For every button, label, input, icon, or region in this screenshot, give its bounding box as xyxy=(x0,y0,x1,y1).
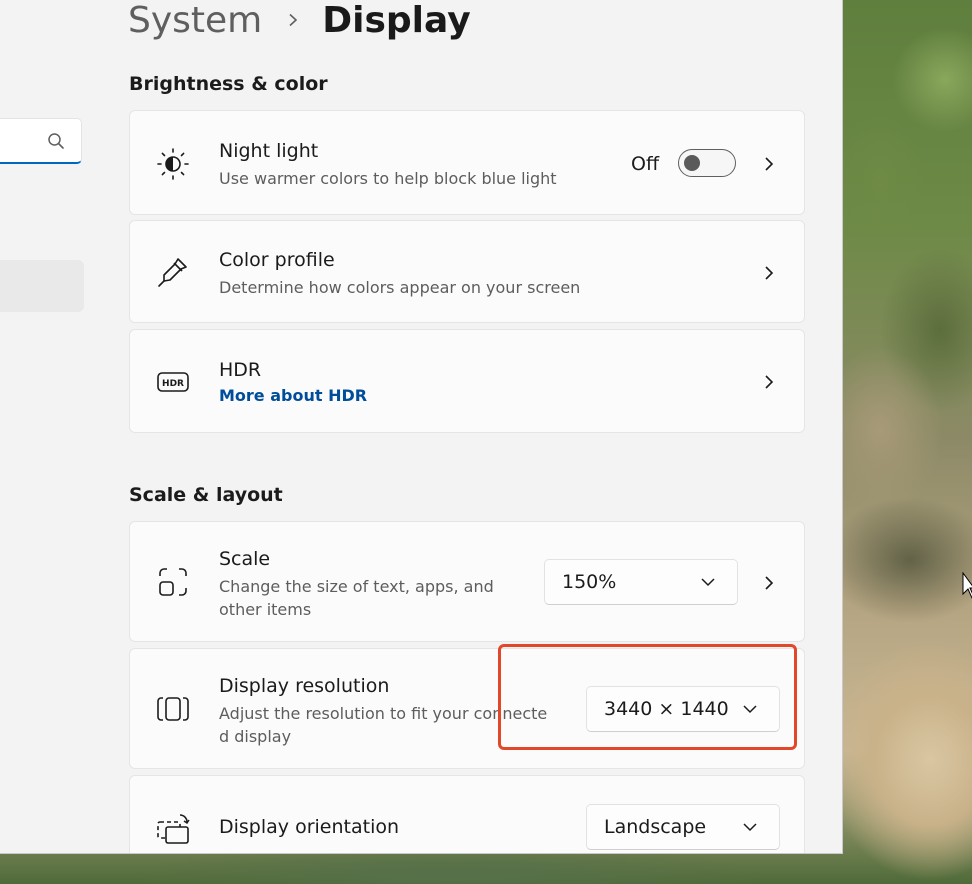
mouse-cursor-icon xyxy=(962,572,972,599)
scale-description-line: Change the size of text, apps, and xyxy=(219,577,494,596)
scale-value: 150% xyxy=(562,571,617,593)
chevron-right-icon[interactable] xyxy=(762,157,776,171)
color-profile-description: Determine how colors appear on your scre… xyxy=(219,278,581,297)
toggle-knob xyxy=(684,155,700,171)
section-header-scale-layout: Scale & layout xyxy=(129,484,283,506)
display-orientation-dropdown[interactable]: Landscape xyxy=(586,804,780,850)
night-light-title: Night light xyxy=(219,140,319,162)
hdr-link[interactable]: More about HDR xyxy=(219,386,367,405)
display-orientation-card: Display orientation Landscape xyxy=(129,775,805,853)
chevron-right-icon[interactable] xyxy=(762,266,776,280)
page-title: Display xyxy=(322,0,471,41)
scale-card[interactable]: Scale Change the size of text, apps, and… xyxy=(129,521,805,642)
svg-text:HDR: HDR xyxy=(162,379,184,389)
display-orientation-value: Landscape xyxy=(604,816,707,838)
breadcrumb: System Display xyxy=(128,0,471,48)
scale-title: Scale xyxy=(219,548,271,570)
scale-dropdown[interactable]: 150% xyxy=(544,559,738,605)
highlight-box xyxy=(498,644,797,750)
orientation-icon xyxy=(157,814,190,844)
night-light-state: Off xyxy=(631,153,660,175)
brightness-icon xyxy=(157,148,189,180)
sidebar-item-system[interactable] xyxy=(0,260,84,312)
scale-description-line: other items xyxy=(219,600,312,619)
display-resolution-title: Display resolution xyxy=(219,675,390,697)
chevron-down-icon xyxy=(701,578,715,587)
color-profile-card[interactable]: Color profile Determine how colors appea… xyxy=(129,220,805,323)
settings-window: System Display Brightness & color Night … xyxy=(0,0,843,854)
night-light-description: Use warmer colors to help block blue lig… xyxy=(219,169,557,188)
chevron-down-icon xyxy=(743,823,757,832)
color-profile-title: Color profile xyxy=(219,249,335,271)
scale-icon xyxy=(159,568,187,596)
hdr-icon: HDR xyxy=(157,372,189,392)
resolution-icon xyxy=(157,697,189,721)
hdr-title: HDR xyxy=(219,359,262,381)
display-orientation-title: Display orientation xyxy=(219,816,400,838)
night-light-card[interactable]: Night light Use warmer colors to help bl… xyxy=(129,110,805,215)
chevron-right-icon[interactable] xyxy=(762,576,776,590)
search-icon xyxy=(48,133,64,149)
eyedropper-icon xyxy=(158,258,187,287)
chevron-right-icon[interactable] xyxy=(762,375,776,389)
scale-description: Change the size of text, apps, and other… xyxy=(219,575,494,621)
hdr-card[interactable]: HDR HDR More about HDR xyxy=(129,329,805,433)
section-header-brightness: Brightness & color xyxy=(129,73,328,95)
search-input[interactable] xyxy=(0,118,82,164)
chevron-right-icon xyxy=(289,13,298,27)
night-light-toggle[interactable] xyxy=(678,149,736,177)
breadcrumb-parent[interactable]: System xyxy=(128,0,262,41)
